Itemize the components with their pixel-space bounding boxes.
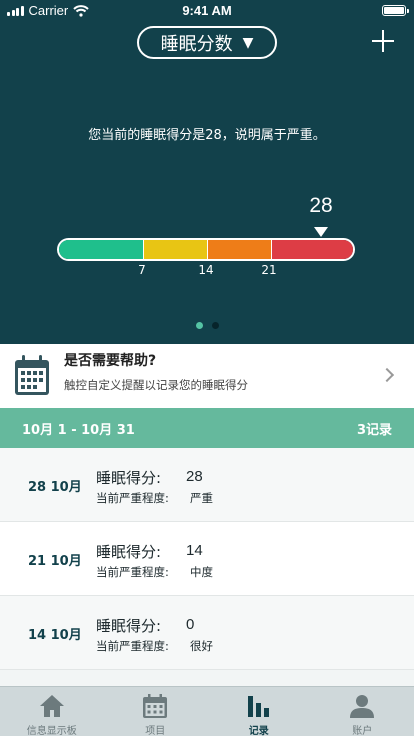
page-dot-active[interactable] xyxy=(195,322,203,329)
record-severity: 中度 xyxy=(190,565,213,579)
scale-segment-moderate xyxy=(207,240,271,259)
scale-segment-good xyxy=(59,240,143,259)
battery-icon xyxy=(382,5,409,16)
date-range-label: 10月 1 - 10月 31 xyxy=(22,423,135,438)
person-icon xyxy=(350,695,375,718)
home-icon xyxy=(39,695,64,717)
record-date: 14 10月 xyxy=(28,628,82,643)
plus-icon[interactable] xyxy=(372,30,394,52)
tab-dashboard[interactable]: 信息显示板 xyxy=(0,687,104,736)
scale-segment-mild xyxy=(143,240,207,259)
help-subtitle: 触控自定义提醒以记录您的睡眠得分 xyxy=(64,378,248,392)
page-indicator[interactable] xyxy=(0,322,414,329)
record-severity: 很好 xyxy=(190,639,213,653)
score-panel: Carrier 9:41 AM 睡眠分数 ▼ 您当前的睡眠得分是28，说明属于严… xyxy=(0,0,414,344)
scale-tick: 21 xyxy=(261,263,277,277)
score-pointer-icon xyxy=(314,227,328,237)
record-score-label: 睡眠得分: xyxy=(96,469,162,487)
calendar-icon xyxy=(143,694,168,718)
help-banner[interactable]: 是否需要帮助? 触控自定义提醒以记录您的睡眠得分 xyxy=(0,344,414,408)
tab-items[interactable]: 项目 xyxy=(104,687,208,736)
calendar-icon xyxy=(15,355,49,395)
score-value: 28 xyxy=(309,194,333,217)
tab-records[interactable]: 记录 xyxy=(207,687,311,736)
record-score-label: 睡眠得分: xyxy=(96,543,162,561)
metric-selector-label: 睡眠分数 xyxy=(160,33,233,55)
record-count: 3记录 xyxy=(356,423,392,438)
scale-tick: 14 xyxy=(198,263,214,277)
page-dot[interactable] xyxy=(211,322,219,329)
tab-label: 账户 xyxy=(352,726,373,736)
scale-tick: 7 xyxy=(138,263,146,277)
tab-label: 记录 xyxy=(248,726,269,736)
date-range-header: 10月 1 - 10月 31 3记录 xyxy=(0,408,414,448)
scale-segment-severe xyxy=(271,240,353,259)
tab-bar: 信息显示板 项目 记录 账户 xyxy=(0,686,414,736)
score-message: 您当前的睡眠得分是28，说明属于严重。 xyxy=(88,128,326,143)
list-item[interactable]: 21 10月 睡眠得分: 14 当前严重程度: 中度 xyxy=(0,522,414,596)
record-date: 28 10月 xyxy=(28,480,82,495)
tab-account[interactable]: 账户 xyxy=(311,687,414,736)
record-date: 21 10月 xyxy=(28,554,82,569)
clock: 9:41 AM xyxy=(182,3,232,18)
record-severity-label: 当前严重程度: xyxy=(96,565,169,579)
records-list[interactable]: 28 10月 睡眠得分: 28 当前严重程度: 严重 21 10月 睡眠得分: … xyxy=(0,448,414,686)
record-score: 0 xyxy=(186,616,195,633)
list-item[interactable]: 14 10月 睡眠得分: 0 当前严重程度: 很好 xyxy=(0,596,414,670)
chevron-right-icon xyxy=(379,367,395,383)
caret-down-icon: ▼ xyxy=(242,34,254,51)
tab-label: 信息显示板 xyxy=(26,726,77,736)
record-severity: 严重 xyxy=(190,491,213,505)
record-score-label: 睡眠得分: xyxy=(96,617,162,635)
help-title: 是否需要帮助? xyxy=(64,353,157,369)
status-bar: Carrier 9:41 AM xyxy=(0,0,414,22)
bar-chart-icon xyxy=(247,696,269,717)
record-severity-label: 当前严重程度: xyxy=(96,491,169,505)
record-score: 14 xyxy=(186,542,203,559)
list-item[interactable]: 28 10月 睡眠得分: 28 当前严重程度: 严重 xyxy=(0,448,414,522)
metric-selector[interactable]: 睡眠分数 ▼ xyxy=(137,26,277,59)
record-score: 28 xyxy=(186,468,203,485)
severity-scale xyxy=(57,238,355,261)
record-severity-label: 当前严重程度: xyxy=(96,639,169,653)
tab-label: 项目 xyxy=(145,726,166,736)
